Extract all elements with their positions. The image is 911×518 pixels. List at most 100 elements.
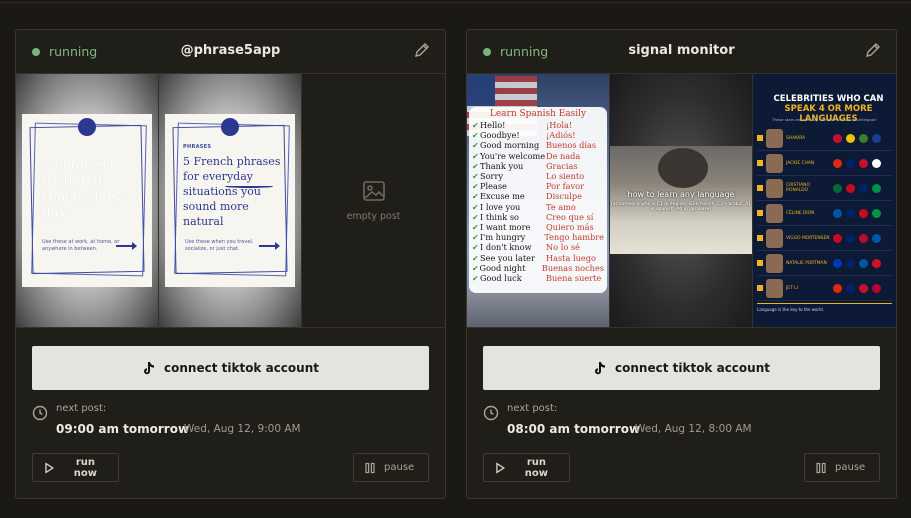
celebrity-photo [766, 203, 783, 223]
next-post-label: next post: [507, 403, 558, 414]
phrase-row: ✔ Good night Buenas noches [472, 263, 604, 273]
account-title: @phrase5app [180, 43, 281, 58]
phrase-spanish: Gracias [546, 160, 578, 171]
phrase-row: ✔ Please Por favor [472, 181, 604, 191]
clock-icon [32, 405, 48, 421]
check-icon: ✔ [472, 181, 479, 192]
phrase-row: ✔ Excuse me Disculpe [472, 191, 604, 201]
account-card-signal-monitor: running signal monitor Learn Spanish Eas… [466, 29, 897, 499]
flag-icon [859, 208, 868, 218]
flag-icon [859, 233, 868, 243]
flag-icon [859, 283, 868, 293]
phrase-row: ✔ I want more Quiero más [472, 222, 604, 232]
check-icon: ✔ [472, 160, 479, 171]
rank-badge [757, 285, 763, 291]
phrase-english: I love you [480, 201, 521, 212]
post-queue: 5 phrases I tried that changed my day Us… [16, 74, 445, 328]
clock-icon [483, 405, 499, 421]
celebrity-list: SHAKIRA JACKIE CHAN CRISTIANO RONALDO CÉLIN… [757, 126, 892, 301]
language-flags [833, 183, 889, 193]
flag-icon [833, 158, 842, 168]
next-post-time: 09:00 am tomorrow [56, 422, 190, 436]
flag-icon [846, 183, 855, 193]
phrase-row: ✔ Good morning Buenos días [472, 140, 604, 150]
phrase-english: Good luck [480, 273, 522, 284]
celebrity-name: NATALIE PORTMAN [786, 260, 827, 266]
rank-badge [757, 160, 763, 166]
phrase-row: ✔ See you later Hasta luego [472, 253, 604, 263]
next-post-date: Wed, Aug 12, 8:00 AM [635, 423, 752, 435]
phrase-english: You're welcome [480, 150, 546, 161]
check-icon: ✔ [472, 242, 479, 253]
post-slide-2[interactable]: PHRASES 5 French phrases for everyday si… [159, 74, 302, 327]
phrase-spanish: De nada [546, 150, 581, 161]
next-post-label: next post: [56, 403, 107, 414]
run-now-label: run now [73, 456, 98, 479]
flag-icon [833, 233, 842, 243]
pencil-icon[interactable] [864, 41, 882, 59]
celebrity-photo [766, 228, 783, 248]
phrase-english: Good morning [480, 140, 540, 151]
celebrity-row: JET LI [757, 276, 892, 301]
post-slide-1[interactable]: 5 phrases I tried that changed my day Us… [16, 74, 159, 327]
phrase-spanish: No lo sé [546, 242, 580, 253]
celebrity-name: CRISTIANO RONALDO [786, 183, 810, 193]
celebrity-row: NATALIE PORTMAN [757, 251, 892, 276]
phrase-english: See you later [480, 252, 535, 263]
post-slide-video[interactable]: how to learn any language (as someone wh… [610, 74, 753, 327]
phrase-english: Thank you [480, 160, 524, 171]
post-queue: Learn Spanish Easily ✔ Hello! ¡Hola! ✔ Goodb… [467, 74, 896, 328]
run-now-button[interactable]: run now [483, 453, 570, 482]
building-image [467, 291, 609, 327]
celebrity-row: CÉLINE DION [757, 201, 892, 226]
tiktok-icon [595, 361, 606, 374]
check-icon: ✔ [472, 273, 479, 284]
phrase-card-title: Learn Spanish Easily [489, 109, 587, 119]
phrase-spanish: Te amo [546, 201, 576, 212]
play-icon [45, 461, 55, 474]
phrase-list: ✔ Hello! ¡Hola! ✔ Goodbye! ¡Adiós! ✔ Good morni… [472, 120, 604, 283]
flag-icon [846, 208, 855, 218]
pencil-icon[interactable] [413, 41, 431, 59]
flag-icon [846, 258, 855, 268]
flag-icon [846, 283, 855, 293]
phrase-row: ✔ Hello! ¡Hola! [472, 120, 604, 130]
flag-icon [872, 233, 881, 243]
flag-icon [872, 183, 881, 193]
rank-badge [757, 210, 763, 216]
pause-button[interactable]: pause [804, 453, 880, 482]
pause-button[interactable]: pause [353, 453, 429, 482]
flag-icon [872, 158, 881, 168]
celebrity-row: VIGGO MORTENSEN [757, 226, 892, 251]
phrase-english: I don't know [480, 242, 532, 253]
flag-icon [872, 283, 881, 293]
phrase-spanish: Hasta luego [546, 252, 596, 263]
slide-paper: PHRASES 5 French phrases for everyday si… [165, 114, 295, 287]
celebrity-photo [766, 253, 783, 273]
slide-headline: 5 phrases I tried that changed my day [42, 158, 123, 221]
run-now-label: run now [524, 456, 549, 479]
empty-post-slot[interactable]: empty post [302, 74, 445, 327]
post-slide-celebrities[interactable]: CELEBRITIES WHO CAN SPEAK 4 OR MORE LANG… [753, 74, 896, 327]
celebrity-name: JET LI [786, 285, 798, 291]
check-icon: ✔ [472, 232, 479, 243]
phrase-english: I'm hungry [479, 232, 526, 243]
arrow-right-icon [116, 242, 137, 250]
tiktok-icon [144, 361, 155, 374]
phrase-row: ✔ Goodbye! ¡Adiós! [472, 130, 604, 140]
phrase-english: I think so [480, 211, 519, 222]
phrase-row: ✔ I think so Creo que sí [472, 212, 604, 222]
check-icon: ✔ [472, 211, 479, 222]
connect-tiktok-button[interactable]: connect tiktok account [32, 346, 429, 390]
phrase-card: Learn Spanish Easily ✔ Hello! ¡Hola! ✔ Goodb… [469, 107, 607, 293]
flag-icon [846, 133, 855, 143]
check-icon: ✔ [472, 120, 479, 130]
rank-badge [757, 260, 763, 266]
connect-tiktok-button[interactable]: connect tiktok account [483, 346, 880, 390]
language-flags [833, 158, 889, 168]
next-post-date: Wed, Aug 12, 9:00 AM [184, 423, 301, 435]
run-now-button[interactable]: run now [32, 453, 119, 482]
check-icon: ✔ [472, 201, 479, 212]
post-slide-spanish[interactable]: Learn Spanish Easily ✔ Hello! ¡Hola! ✔ Goodb… [467, 74, 610, 327]
play-icon [496, 461, 506, 474]
